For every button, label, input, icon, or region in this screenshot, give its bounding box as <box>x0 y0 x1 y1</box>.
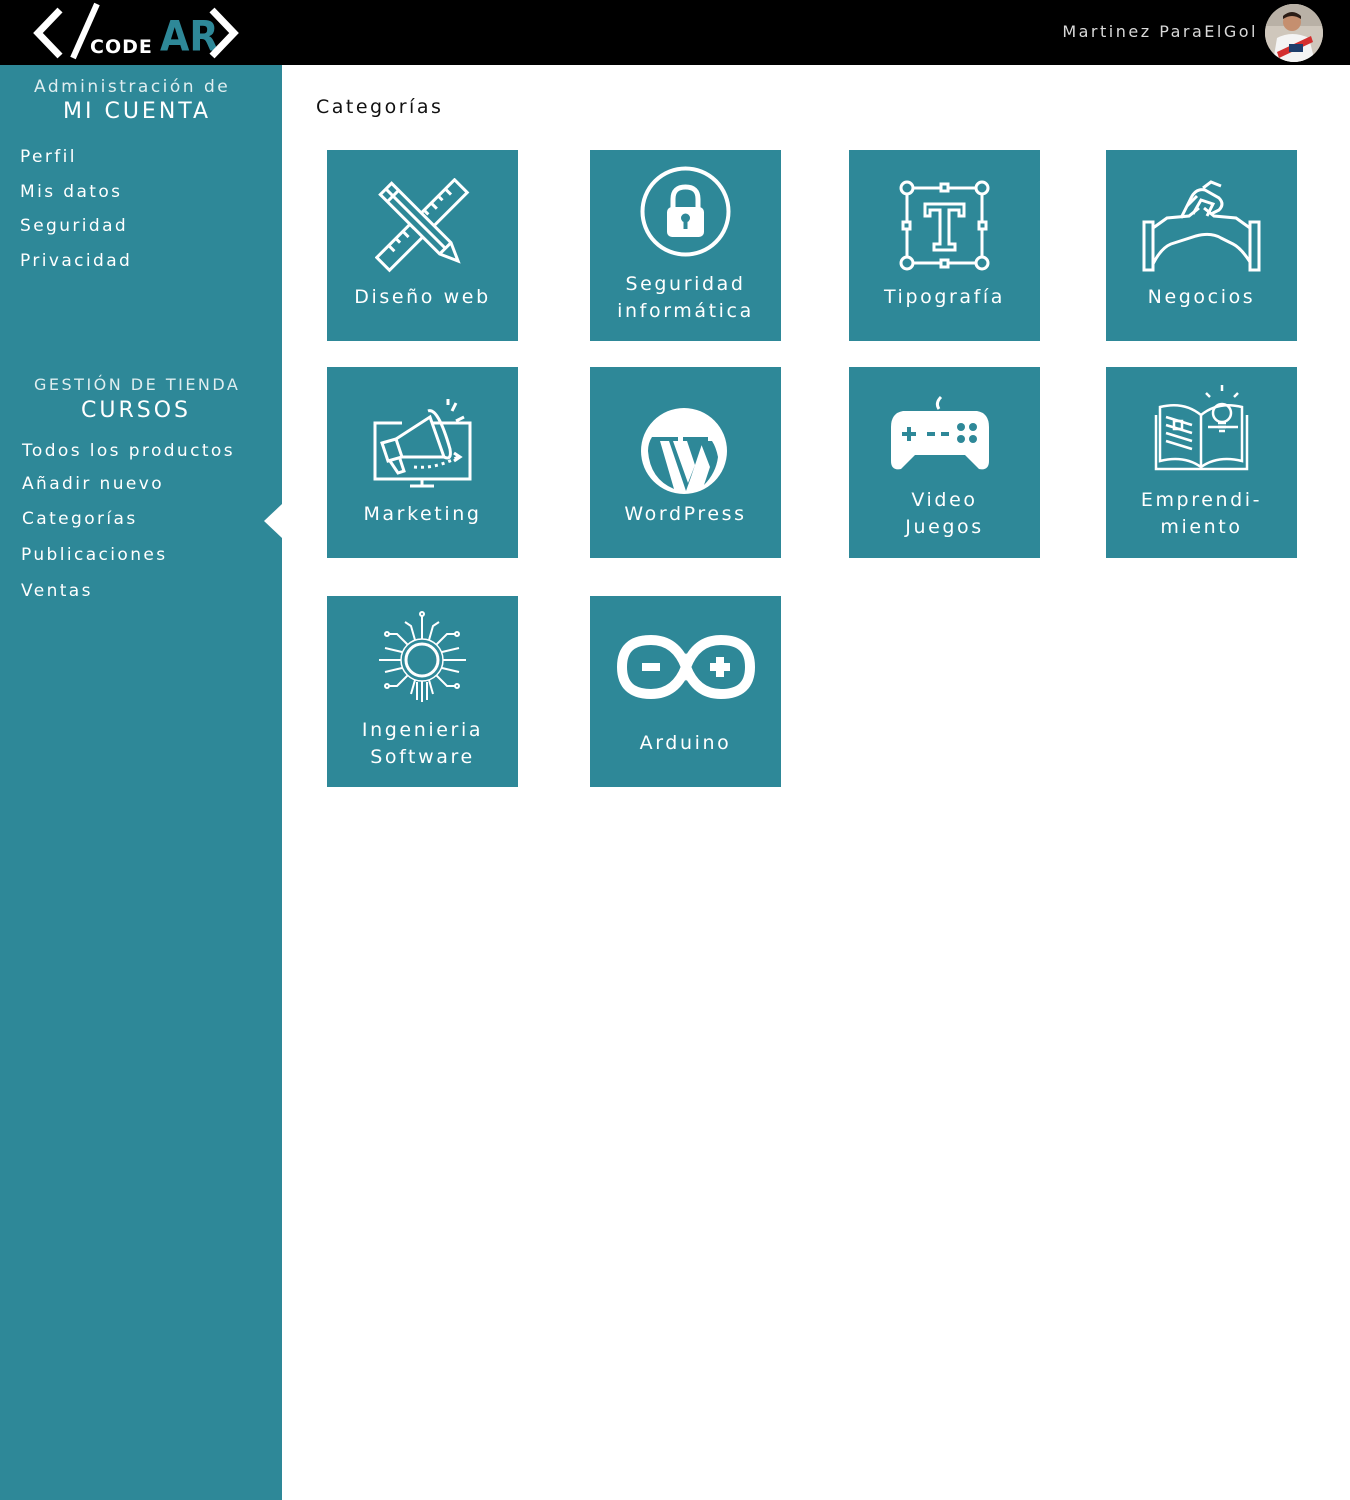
book-idea-icon <box>1154 385 1249 471</box>
account-section-subtitle: Administración de <box>34 77 231 97</box>
category-tile-seguridad-informatica[interactable]: Seguridad informática <box>590 150 781 341</box>
category-label-line2: Juegos <box>905 516 984 538</box>
sidebar-item-mis-datos[interactable]: Mis datos <box>20 182 122 202</box>
sidebar-item-todos-los-productos[interactable]: Todos los productos <box>22 441 235 461</box>
category-tile-arduino[interactable]: Arduino <box>590 596 781 787</box>
category-tile-diseno-web[interactable]: Diseño web <box>327 150 518 341</box>
category-label: Marketing <box>363 503 482 525</box>
typography-icon <box>899 180 990 271</box>
page-title: Categorías <box>316 96 444 118</box>
sidebar-item-anadir-nuevo[interactable]: Añadir nuevo <box>22 474 164 494</box>
store-section-subtitle: GESTIÓN DE TIENDA <box>34 375 241 394</box>
sidebar <box>0 65 282 1500</box>
logo-text-code: CODE <box>90 36 153 58</box>
category-label: WordPress <box>624 503 747 525</box>
category-tile-tipografia[interactable]: Tipografía <box>849 150 1040 341</box>
category-tile-negocios[interactable]: Negocios <box>1106 150 1297 341</box>
category-label: Negocios <box>1147 286 1256 308</box>
category-tile-video-juegos[interactable]: Video Juegos <box>849 367 1040 558</box>
category-tile-wordpress[interactable]: WordPress <box>590 367 781 558</box>
category-label: Arduino <box>639 732 732 754</box>
category-label-line2: miento <box>1160 516 1243 538</box>
store-section-title: CURSOS <box>81 398 191 423</box>
account-section-title: MI CUENTA <box>63 99 212 124</box>
category-tile-ingenieria-software[interactable]: Ingenieria Software <box>327 596 518 787</box>
active-item-indicator <box>264 504 282 538</box>
category-tile-emprendimiento[interactable]: Emprendi- miento <box>1106 367 1297 558</box>
user-avatar[interactable] <box>1265 4 1323 62</box>
category-label: Diseño web <box>354 286 491 308</box>
sidebar-item-privacidad[interactable]: Privacidad <box>20 251 132 271</box>
codear-logo[interactable]: CODE AR <box>30 0 245 65</box>
category-label: Seguridad <box>625 273 746 295</box>
category-label: Ingenieria <box>361 719 484 741</box>
category-label-line2: informática <box>617 300 754 322</box>
circuit-icon <box>379 611 466 702</box>
handshake-icon <box>1142 180 1261 272</box>
sidebar-item-ventas[interactable]: Ventas <box>21 581 93 601</box>
sidebar-item-seguridad[interactable]: Seguridad <box>20 216 128 236</box>
pencil-ruler-icon <box>375 178 470 273</box>
user-name[interactable]: Martinez ParaElGol <box>1062 22 1258 41</box>
sidebar-item-categorias[interactable]: Categorías <box>22 509 138 529</box>
category-tile-marketing[interactable]: Marketing <box>327 367 518 558</box>
sidebar-item-publicaciones[interactable]: Publicaciones <box>21 545 168 565</box>
wordpress-icon <box>641 408 727 494</box>
top-bar: CODE AR Martinez ParaElGol <box>0 0 1350 65</box>
lock-icon <box>640 166 731 257</box>
megaphone-icon <box>373 399 472 488</box>
gamepad-icon <box>891 395 989 470</box>
category-label: Tipografía <box>883 286 1006 308</box>
arduino-icon <box>616 634 756 700</box>
sidebar-item-perfil[interactable]: Perfil <box>20 147 77 167</box>
category-label: Emprendi- <box>1140 489 1263 511</box>
category-label: Video <box>911 489 978 511</box>
category-label-line2: Software <box>370 746 475 768</box>
